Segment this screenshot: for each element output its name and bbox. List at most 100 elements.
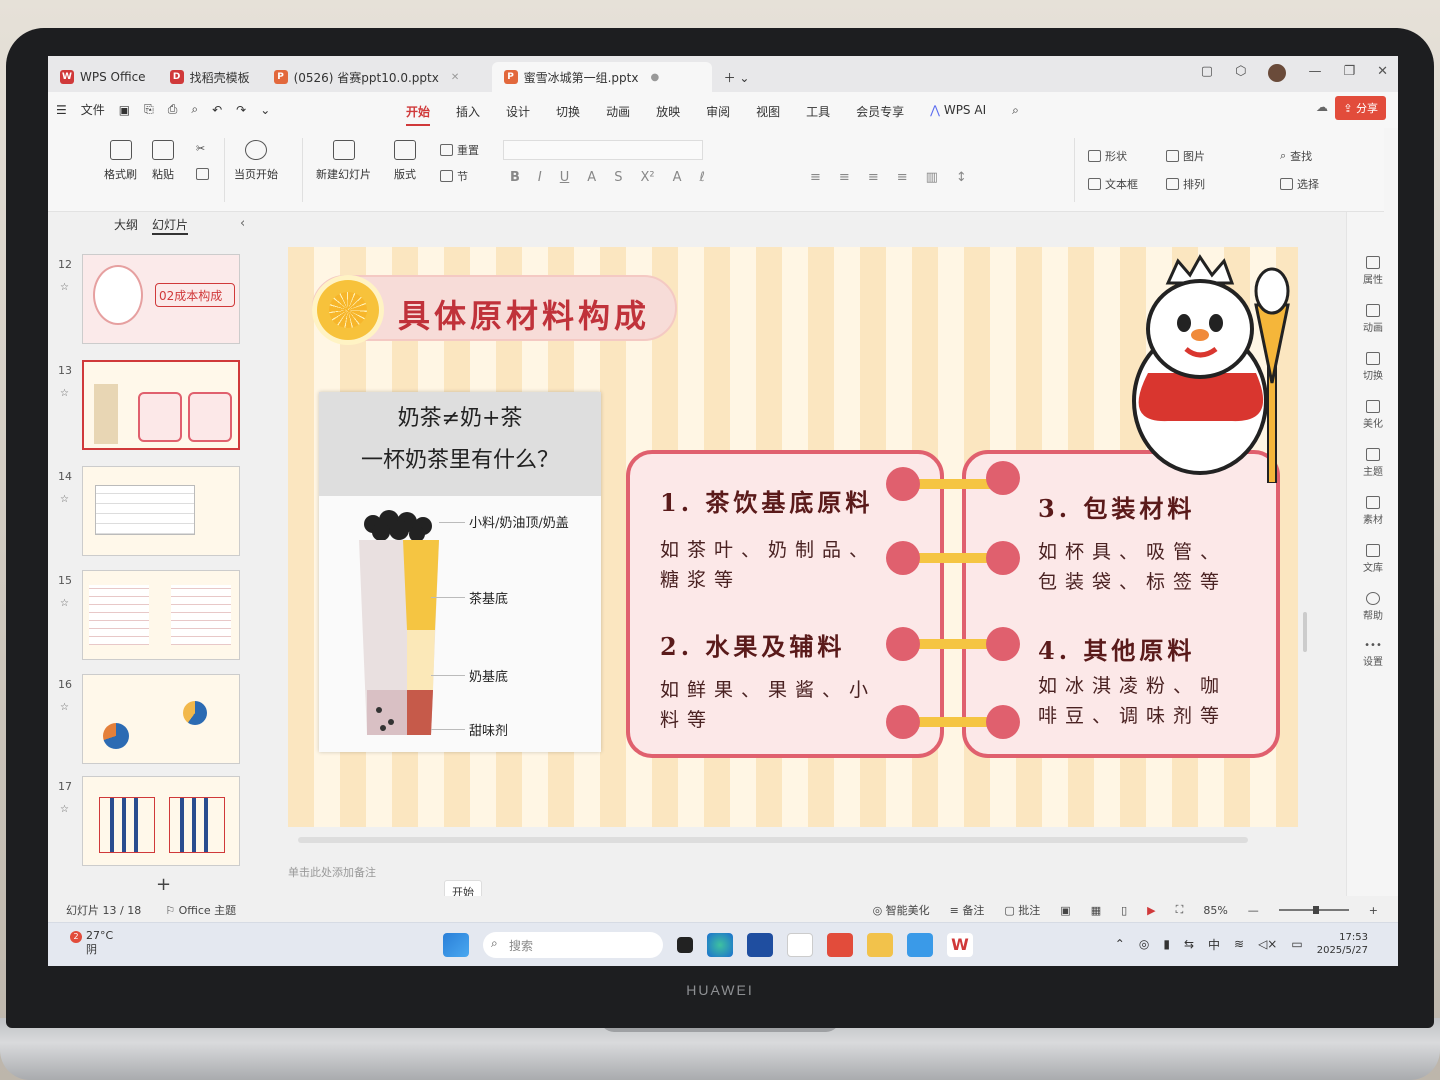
cloud-app-icon[interactable] [907, 933, 933, 957]
export-icon[interactable]: ⎘ [144, 102, 154, 117]
slide-thumb-13[interactable] [82, 360, 240, 450]
picture-button[interactable]: 图片 [1166, 148, 1205, 164]
comments-button[interactable]: ▢ 批注 [1004, 902, 1040, 918]
tab-home[interactable]: 开始 [406, 103, 431, 126]
tab-insert[interactable]: 插入 [456, 103, 480, 120]
sync-icon[interactable]: ◎ [1139, 937, 1149, 951]
italic-icon[interactable]: I [538, 170, 542, 185]
sidebar-item-assets[interactable]: 素材 [1347, 496, 1398, 526]
notes-button[interactable]: ≡ 备注 [950, 902, 985, 918]
app-icon[interactable] [787, 933, 813, 957]
notes-placeholder[interactable]: 单击此处添加备注 [288, 864, 376, 880]
windows-start-icon[interactable] [443, 933, 469, 957]
tab-slides[interactable]: 幻灯片 [152, 216, 189, 235]
sidebar-item-settings[interactable]: ••• 设置 [1347, 640, 1398, 668]
volume-icon[interactable]: ◁× [1258, 937, 1277, 951]
copy-icon[interactable] [196, 168, 209, 180]
file-explorer-icon[interactable] [867, 933, 893, 957]
tab-transition[interactable]: 切换 [556, 103, 580, 120]
zoom-out-icon[interactable]: — [1248, 904, 1259, 917]
tab-wps-home[interactable]: W WPS Office [48, 62, 158, 92]
reset-button[interactable]: 重置 [440, 142, 479, 158]
battery-icon[interactable]: ▭ [1291, 937, 1302, 951]
horizontal-scrollbar[interactable] [298, 837, 1248, 843]
slide-canvas[interactable]: 具体原材料构成 奶茶≠奶+茶 一杯奶茶里有什么？ 小料/奶油顶/奶盖 茶基底 奶… [288, 247, 1298, 827]
tab-docer[interactable]: D 找稻壳模板 [158, 62, 262, 92]
tab-animation[interactable]: 动画 [606, 103, 630, 120]
select-button[interactable]: 选择 [1280, 176, 1319, 192]
avatar[interactable] [1268, 64, 1287, 82]
cloud-icon[interactable]: ☁ [1316, 100, 1328, 114]
tab-ppt-active[interactable]: P 蜜雪冰城第一组.pptx ● [491, 62, 712, 92]
item-1-body[interactable]: 如茶叶、奶制品、糖浆等 [660, 535, 884, 595]
huawei-app-icon[interactable] [827, 933, 853, 957]
star-icon[interactable]: ☆ [60, 598, 69, 609]
section-button[interactable]: 节 [440, 168, 468, 184]
hamburger-icon[interactable]: ☰ [56, 103, 67, 117]
tab-member[interactable]: 会员专享 [856, 103, 904, 120]
item-1-title[interactable]: 1. 茶饮基底原料 [660, 483, 873, 518]
tab-tools[interactable]: 工具 [806, 103, 830, 120]
smart-beautify-button[interactable]: ◎ 智能美化 [873, 902, 930, 918]
slide-thumb-16[interactable] [82, 674, 240, 764]
settings-tray-icon[interactable]: ⇆ [1184, 937, 1194, 951]
chevron-down-icon[interactable]: ⌄ [260, 103, 270, 117]
normal-view-icon[interactable]: ▣ [1060, 904, 1070, 917]
item-3-title[interactable]: 3. 包装材料 [1038, 489, 1195, 524]
slide-thumb-15[interactable] [82, 570, 240, 660]
input-method[interactable]: 中 [1208, 936, 1220, 953]
shadow-icon[interactable]: S [614, 170, 622, 185]
tab-ppt-1[interactable]: P (0526) 省赛ppt10.0.pptx ✕ [262, 62, 492, 92]
item-3-body[interactable]: 如杯具、吸管、包装袋、标签等 [1038, 537, 1248, 597]
store-icon[interactable] [747, 933, 773, 957]
justify-icon[interactable]: ≡ [897, 170, 908, 185]
paste-button[interactable]: 粘贴 [152, 140, 174, 182]
share-button[interactable]: ⇪ 分享 [1335, 96, 1386, 120]
tab-wps-ai[interactable]: ⋀ WPS AI [930, 103, 986, 120]
highlight-icon[interactable]: ℓ [699, 170, 704, 185]
star-icon[interactable]: ☆ [60, 388, 69, 399]
sidebar-item-library[interactable]: 文库 [1347, 544, 1398, 574]
layout-button[interactable]: 版式 [394, 140, 416, 182]
strikethrough-icon[interactable]: A [587, 170, 596, 185]
preview-icon[interactable]: ⌕ [191, 102, 198, 117]
wps-taskbar-icon[interactable]: W [947, 933, 973, 957]
zoom-in-icon[interactable]: + [1369, 904, 1378, 917]
cut-icon[interactable]: ✂ [196, 142, 205, 155]
slide-thumb-12[interactable]: 02成本构成 [82, 254, 240, 344]
format-painter-button[interactable]: 格式刷 [104, 140, 137, 182]
restore-icon[interactable]: ❐ [1343, 64, 1355, 82]
textbox-button[interactable]: 文本框 [1088, 176, 1138, 192]
fit-icon[interactable]: ⛶ [1176, 903, 1184, 917]
item-4-title[interactable]: 4. 其他原料 [1038, 631, 1195, 666]
undo-icon[interactable]: ↶ [212, 103, 222, 117]
app-tray-icon[interactable]: ▮ [1163, 937, 1170, 951]
tab-design[interactable]: 设计 [506, 103, 530, 120]
close-icon[interactable]: ✕ [451, 72, 459, 83]
theme-indicator[interactable]: ⚐ Office 主题 [165, 902, 236, 918]
cube-icon[interactable]: ⬡ [1235, 64, 1246, 82]
file-menu[interactable]: 文件 [81, 101, 105, 118]
sidebar-item-beautify[interactable]: 美化 [1347, 400, 1398, 430]
star-icon[interactable]: ☆ [60, 494, 69, 505]
slide-title[interactable]: 具体原材料构成 [398, 291, 650, 337]
close-window-icon[interactable]: ✕ [1377, 64, 1388, 82]
minimize-icon[interactable]: — [1308, 64, 1321, 82]
shape-button[interactable]: 形状 [1088, 148, 1127, 164]
edge-browser-icon[interactable] [707, 933, 733, 957]
tab-outline[interactable]: 大纲 [114, 216, 138, 235]
star-icon[interactable]: ☆ [60, 702, 69, 713]
slide-thumb-17[interactable] [82, 776, 240, 866]
item-4-body[interactable]: 如冰淇凌粉、咖啡豆、调味剂等 [1038, 671, 1248, 731]
add-slide-button[interactable]: + [156, 874, 171, 895]
tab-review[interactable]: 审阅 [706, 103, 730, 120]
align-center-icon[interactable]: ≡ [839, 170, 850, 185]
find-button[interactable]: ⌕ 查找 [1280, 148, 1312, 164]
align-right-icon[interactable]: ≡ [868, 170, 879, 185]
close-icon[interactable]: ● [650, 72, 659, 83]
align-left-icon[interactable]: ≡ [810, 170, 821, 185]
play-icon[interactable]: ▶ [1147, 904, 1155, 917]
collapse-icon[interactable]: ‹ [240, 216, 245, 231]
font-name-box[interactable] [503, 140, 703, 160]
sidebar-item-transition[interactable]: 切换 [1347, 352, 1398, 382]
